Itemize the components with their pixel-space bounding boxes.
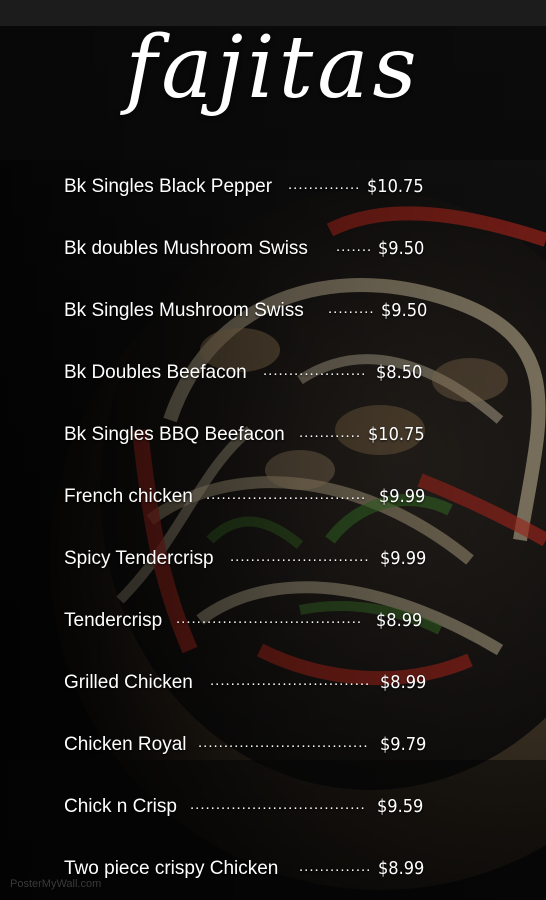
- menu-item: Bk Singles Mushroom Swiss ......... $9.5…: [64, 300, 444, 362]
- menu-item-price: $9.99: [380, 548, 427, 569]
- menu-item-leader-dots: ....................: [263, 362, 367, 379]
- menu-item-price: $8.99: [376, 610, 423, 631]
- menu-item-leader-dots: ..............: [288, 176, 361, 193]
- menu-item: Chick n Crisp ..........................…: [64, 796, 444, 858]
- menu-item-name: Bk Singles BBQ Beefacon: [64, 424, 285, 445]
- menu-item-name: Bk Singles Black Pepper: [64, 176, 273, 197]
- menu-item-leader-dots: ...............................: [206, 486, 367, 503]
- menu-item-price: $10.75: [368, 424, 425, 445]
- menu-item-price: $9.99: [379, 486, 426, 507]
- menu-item: Bk Singles BBQ Beefacon ............ $10…: [64, 424, 444, 486]
- menu-item-price: $9.50: [378, 238, 425, 259]
- menu-item-leader-dots: ..............: [299, 858, 372, 875]
- menu-list: Bk Singles Black Pepper .............. $…: [64, 176, 444, 900]
- menu-item-leader-dots: ............: [299, 424, 362, 441]
- menu-item-name: Grilled Chicken: [64, 672, 193, 693]
- menu-item-name: Tendercrisp: [64, 610, 163, 631]
- menu-item-name: Two piece crispy Chicken: [64, 858, 279, 879]
- menu-item-leader-dots: ...........................: [230, 548, 370, 565]
- menu-item-leader-dots: .................................: [198, 734, 369, 751]
- menu-item-name: Bk Singles Mushroom Swiss: [64, 300, 304, 321]
- menu-item: Spicy Tendercrisp ......................…: [64, 548, 444, 610]
- menu-item-leader-dots: ..................................: [190, 796, 366, 813]
- menu-item-price: $9.50: [381, 300, 428, 321]
- menu-item: Bk Doubles Beefacon ....................…: [64, 362, 444, 424]
- page-title: fajitas: [125, 18, 421, 118]
- menu-item: Tendercrisp ............................…: [64, 610, 444, 672]
- menu-item-price: $8.99: [380, 672, 427, 693]
- menu-item-name: Bk doubles Mushroom Swiss: [64, 238, 308, 259]
- watermark: PosterMyWall.com: [10, 878, 102, 890]
- menu-item: Chicken Royal ..........................…: [64, 734, 444, 796]
- menu-item-price: $8.50: [376, 362, 423, 383]
- menu-item-name: French chicken: [64, 486, 193, 507]
- menu-item: Bk doubles Mushroom Swiss ....... $9.50: [64, 238, 444, 300]
- menu-item-price: $10.75: [367, 176, 424, 197]
- menu-item-name: Chicken Royal: [64, 734, 187, 755]
- menu-item-price: $8.99: [378, 858, 425, 879]
- menu-item: Grilled Chicken ........................…: [64, 672, 444, 734]
- menu-item-leader-dots: .........: [328, 300, 375, 317]
- menu-item-price: $9.79: [380, 734, 427, 755]
- menu-item-name: Spicy Tendercrisp: [64, 548, 214, 569]
- menu-item-leader-dots: ...............................: [210, 672, 371, 689]
- menu-item-name: Chick n Crisp: [64, 796, 177, 817]
- menu-poster: fajitas Bk Singles Black Pepper ........…: [0, 0, 546, 900]
- menu-item-price: $9.59: [377, 796, 424, 817]
- menu-item: Bk Singles Black Pepper .............. $…: [64, 176, 444, 238]
- menu-item: French chicken .........................…: [64, 486, 444, 548]
- menu-item-leader-dots: ....................................: [176, 610, 363, 627]
- menu-item-leader-dots: .......: [336, 238, 373, 255]
- menu-item-name: Bk Doubles Beefacon: [64, 362, 247, 383]
- menu-item: Two piece crispy Chicken .............. …: [64, 858, 444, 900]
